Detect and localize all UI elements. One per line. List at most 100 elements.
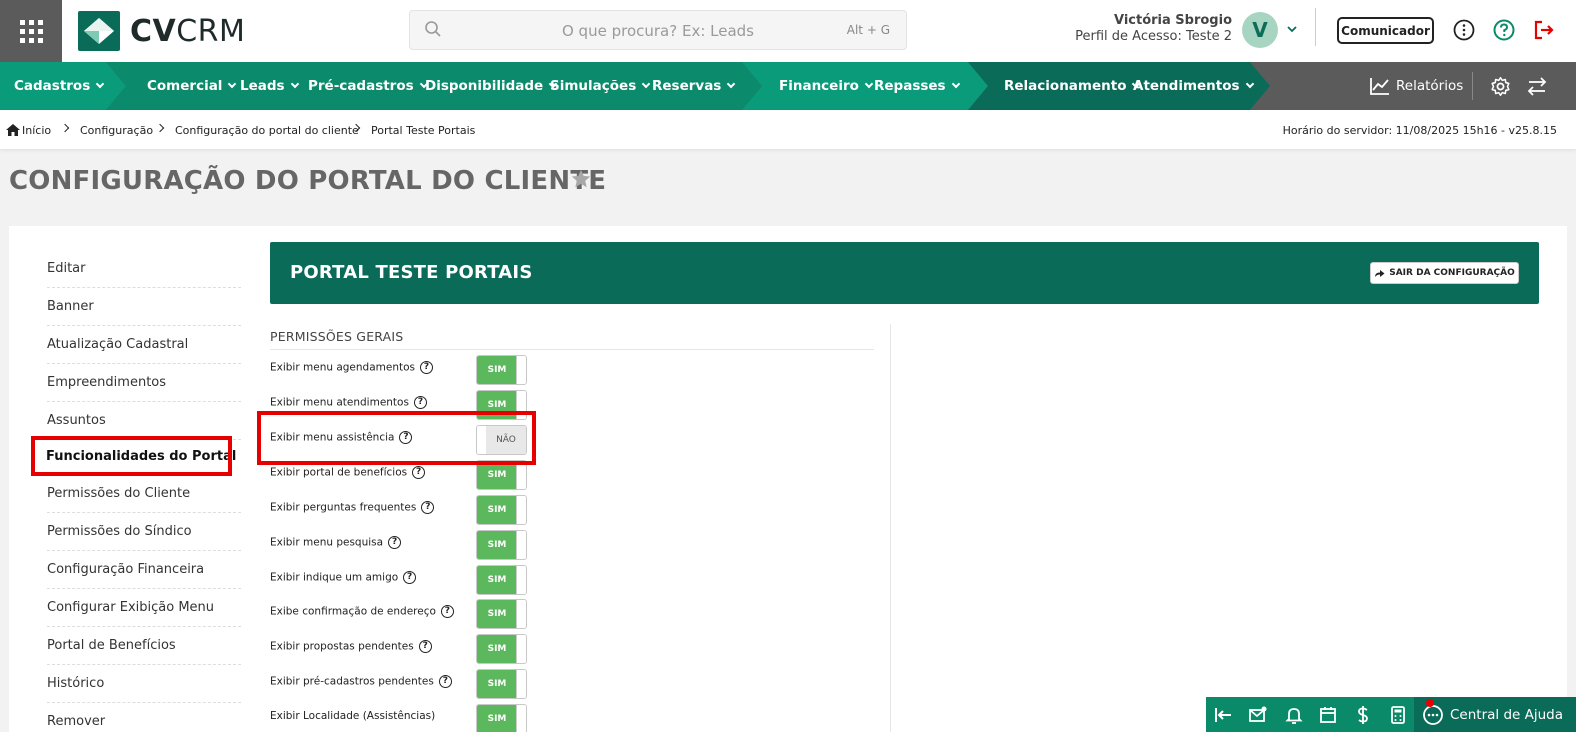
toggle-switch[interactable]: SIM [476, 565, 527, 595]
question-icon[interactable]: ? [438, 675, 452, 688]
question-icon[interactable]: ? [403, 571, 417, 584]
nav-disponibilidade[interactable]: Disponibilidade [425, 62, 558, 110]
toggle-switch[interactable]: SIM [476, 530, 527, 560]
nav-financeiro[interactable]: Financeiro [779, 62, 874, 110]
toggle-switch[interactable]: SIM [476, 355, 527, 385]
column-divider [890, 324, 891, 732]
question-icon[interactable]: ? [418, 640, 432, 653]
calculator-icon[interactable] [1388, 705, 1408, 725]
permission-row: Exibir Localidade (Assistências) [270, 710, 436, 722]
communicator-button[interactable]: Comunicador [1337, 17, 1434, 44]
sidebar-item-exibicao-menu[interactable]: Configurar Exibição Menu [47, 589, 241, 627]
avatar[interactable]: V [1242, 12, 1278, 48]
search-shortcut: Alt + G [846, 23, 890, 37]
nav-pre-cadastros[interactable]: Pré-cadastros [308, 62, 428, 110]
brand-name: CVCRM [130, 13, 246, 49]
chat-icon [1423, 704, 1443, 725]
sidebar-item-empreendimentos[interactable]: Empreendimentos [47, 364, 241, 402]
star-icon[interactable] [570, 168, 592, 190]
permission-row: Exibir indique um amigo? [270, 566, 510, 596]
nav-relatorios[interactable]: Relatórios [1370, 62, 1463, 110]
toggle-switch[interactable]: SIM [476, 634, 527, 664]
nav-relacionamento[interactable]: Relacionamento [1004, 62, 1141, 110]
calendar-icon[interactable] [1318, 705, 1338, 725]
more-options-icon[interactable] [1453, 19, 1475, 41]
nav-leads[interactable]: Leads [240, 62, 299, 110]
search-placeholder: O que procura? Ex: Leads [561, 22, 754, 40]
user-profile: Perfil de Acesso: Teste 2 [1075, 29, 1232, 44]
question-icon[interactable]: ? [421, 501, 435, 514]
permission-row: Exibir portal de benefícios? [270, 461, 510, 491]
sidebar-item-assuntos[interactable]: Assuntos [47, 402, 241, 440]
permission-row: Exibir perguntas frequentes? [270, 496, 510, 526]
toggle-switch[interactable]: SIM [476, 704, 527, 732]
server-time: Horário do servidor: 11/08/2025 15h16 - … [1282, 124, 1557, 137]
panel-title: PORTAL TESTE PORTAIS [290, 262, 533, 283]
chevron-down-icon[interactable] [1286, 24, 1298, 34]
home-icon [6, 124, 20, 136]
toggle-switch[interactable]: SIM [476, 495, 527, 525]
apps-grid-button[interactable] [0, 0, 62, 62]
gear-icon[interactable] [1490, 76, 1511, 97]
logout-icon[interactable] [1533, 19, 1555, 41]
sidebar-item-historico[interactable]: Histórico [47, 665, 241, 703]
permission-row: Exibir menu agendamentos? [270, 356, 510, 386]
breadcrumb-configuracao[interactable]: Configuração [80, 124, 153, 137]
highlight-box [31, 436, 232, 476]
permission-row: Exibir pré-cadastros pendentes? [270, 670, 510, 700]
breadcrumb: Início Configuração Configuração do port… [0, 110, 1576, 150]
bell-icon[interactable] [1284, 705, 1304, 725]
breadcrumb-config-portal[interactable]: Configuração do portal do cliente [175, 124, 359, 137]
user-info[interactable]: Victória Sbrogio Perfil de Acesso: Teste… [1070, 13, 1232, 45]
nav-reservas[interactable]: Reservas [652, 62, 736, 110]
breadcrumb-home[interactable]: Início [22, 124, 51, 137]
search-box[interactable]: O que procura? Ex: Leads Alt + G [409, 10, 907, 50]
sidebar-item-banner[interactable]: Banner [47, 288, 241, 326]
help-center-button[interactable]: Central de Ajuda [1414, 697, 1576, 732]
chart-line-icon [1370, 78, 1389, 95]
mail-icon[interactable] [1248, 705, 1268, 725]
exit-config-button[interactable]: SAIR DA CONFIGURAÇÃO [1370, 262, 1519, 284]
page-title: CONFIGURAÇÃO DO PORTAL DO CLIENTE [9, 166, 607, 196]
sidebar-item-atualizacao[interactable]: Atualização Cadastral [47, 326, 241, 364]
cvcrm-logo-icon [78, 11, 120, 51]
nav-cadastros[interactable]: Cadastros [14, 62, 105, 110]
swap-icon[interactable] [1527, 77, 1547, 96]
divider [1315, 8, 1316, 46]
help-icon[interactable] [1493, 19, 1515, 41]
permission-row: Exibe confirmação de endereço? [270, 600, 510, 630]
user-name: Victória Sbrogio [1113, 13, 1232, 28]
chevron-right-icon [155, 123, 165, 133]
panel-header: PORTAL TESTE PORTAIS SAIR DA CONFIGURAÇÃ… [270, 242, 1539, 304]
nav-comercial[interactable]: Comercial [147, 62, 237, 110]
top-bar: CVCRM O que procura? Ex: Leads Alt + G V… [0, 0, 1576, 62]
nav-repasses[interactable]: Repasses [874, 62, 960, 110]
divider [1472, 72, 1473, 100]
logo[interactable]: CVCRM [78, 10, 245, 52]
question-icon[interactable]: ? [420, 361, 434, 374]
permission-row: Exibir propostas pendentes? [270, 635, 510, 665]
question-icon[interactable]: ? [412, 466, 426, 479]
nav-simulacoes[interactable]: Simulações [550, 62, 651, 110]
sidebar-item-editar[interactable]: Editar [47, 250, 241, 288]
sidebar-item-remover[interactable]: Remover [47, 703, 241, 732]
grid-icon [19, 19, 43, 43]
collapse-left-icon[interactable] [1213, 705, 1233, 725]
sidebar-item-config-financeira[interactable]: Configuração Financeira [47, 551, 241, 589]
toggle-switch[interactable]: SIM [476, 599, 527, 629]
settings-sidebar: Editar Banner Atualização Cadastral Empr… [24, 242, 251, 732]
toggle-switch[interactable]: SIM [476, 669, 527, 699]
question-icon[interactable]: ? [388, 536, 402, 549]
notification-dot [1426, 699, 1434, 707]
question-icon[interactable]: ? [413, 396, 427, 409]
section-title: PERMISSÕES GERAIS [270, 329, 404, 344]
nav-atendimentos[interactable]: Atendimentos [1133, 62, 1254, 110]
permission-row: Exibir menu pesquisa? [270, 531, 510, 561]
dollar-icon[interactable] [1353, 705, 1373, 725]
share-arrow-icon [1375, 269, 1385, 277]
chevron-right-icon [60, 123, 70, 133]
sidebar-item-permissoes-sindico[interactable]: Permissões do Síndico [47, 513, 241, 551]
sidebar-item-permissoes-cliente[interactable]: Permissões do Cliente [47, 475, 241, 513]
sidebar-item-portal-beneficios[interactable]: Portal de Benefícios [47, 627, 241, 665]
question-icon[interactable]: ? [440, 605, 454, 618]
